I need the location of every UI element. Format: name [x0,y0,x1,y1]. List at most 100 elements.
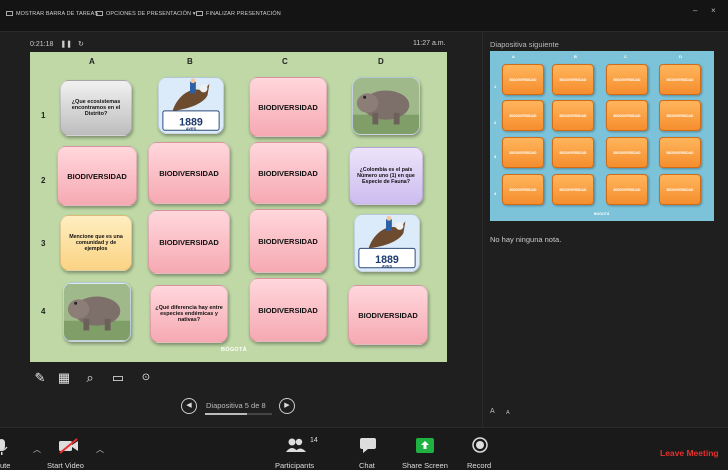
preview-card: BIODIVERSIDAD [606,137,648,168]
preview-card: BIODIVERSIDAD [606,174,648,205]
preview-card: BIODIVERSIDAD [502,64,544,95]
more-options-icon[interactable]: ⊙ [138,371,154,385]
column-header: C [282,57,288,66]
bird-1889-card[interactable]: 1889 AVES [158,77,224,134]
next-slide-preview[interactable]: A B C D 1 2 3 4 BOGOTÁ BIODIVERSIDAD BIOD… [490,51,714,221]
column-header: A [89,57,95,66]
svg-text:AVES: AVES [382,264,393,269]
preview-row-header: 2 [494,120,497,125]
bird-image-icon: 1889 AVES [159,78,223,133]
preview-card: BIODIVERSIDAD [552,64,594,95]
participants-icon[interactable] [286,438,306,457]
question-card[interactable]: Mencione que es una comunidad y de ejemp… [60,215,132,271]
row-header: 3 [41,239,46,248]
powerpoint-presenter-view: MOSTRAR BARRA DE TAREAS OPCIONES DE PRES… [0,0,728,470]
share-screen-label[interactable]: Share Screen [402,461,448,470]
taskbar-icon [6,11,13,16]
row-header: 2 [41,176,46,185]
preview-row-header: 3 [494,154,497,159]
preview-card: BIODIVERSIDAD [606,100,648,131]
decrease-font-button[interactable]: A [506,410,510,416]
preview-card: BIODIVERSIDAD [659,64,701,95]
column-header: D [378,57,384,66]
slide-progress-bar [205,413,272,415]
black-screen-icon[interactable]: ▭ [110,371,126,385]
preview-card: BIODIVERSIDAD [552,137,594,168]
reset-timer-icon[interactable]: ↻ [78,41,84,48]
current-slide[interactable]: A B C D 1 2 3 4 ¿Que ecosistemas encontr… [30,52,447,362]
video-off-icon[interactable] [58,438,80,459]
svg-text:AVES: AVES [186,126,197,131]
show-taskbar-button[interactable]: MOSTRAR BARRA DE TAREAS [6,11,98,17]
bird-1889-card[interactable]: 1889 AVES [354,214,420,272]
zoom-icon[interactable]: ⌕ [82,371,98,385]
audio-options-chevron-up-icon[interactable]: ︿ [33,444,41,455]
participants-label[interactable]: Participants [275,461,314,470]
hippo-image-icon [353,78,419,134]
chat-label[interactable]: Chat [359,461,375,470]
preview-card: BIODIVERSIDAD [659,137,701,168]
preview-card: BIODIVERSIDAD [552,100,594,131]
preview-column-header: D [679,54,682,59]
biodiversidad-card[interactable]: BIODIVERSIDAD [348,285,428,345]
preview-column-header: C [624,54,627,59]
record-icon[interactable] [472,437,488,458]
preview-card: BIODIVERSIDAD [502,100,544,131]
slide-sorter-icon[interactable]: ▦ [56,371,72,385]
question-card[interactable]: ¿Que ecosistemas encontramos en el Distr… [60,80,132,136]
pen-tool-icon[interactable]: ✎ [32,371,48,385]
close-button[interactable]: × [711,6,716,15]
biodiversidad-card[interactable]: BIODIVERSIDAD [57,146,137,206]
speaker-notes[interactable]: No hay ninguna nota. [490,235,561,244]
hippo-card[interactable] [63,282,131,342]
mute-label[interactable]: ute [0,461,10,470]
biodiversidad-card[interactable]: BIODIVERSIDAD [148,142,230,204]
video-options-chevron-up-icon[interactable]: ︿ [96,444,104,455]
previous-slide-button[interactable]: ◀ [181,398,197,414]
bogota-logo: BOGOTÁ [221,347,247,353]
biodiversidad-card[interactable]: BIODIVERSIDAD [249,77,327,137]
end-slideshow-icon [196,11,203,16]
preview-column-header: A [512,54,515,59]
preview-card: BIODIVERSIDAD [659,100,701,131]
question-card[interactable]: ¿Colombia es el país Número uno (1) en q… [349,147,423,205]
biodiversidad-card[interactable]: BIODIVERSIDAD [148,210,230,274]
bird-image-icon: 1889 AVES [355,215,419,271]
minimize-button[interactable]: – [693,6,697,15]
record-label[interactable]: Record [467,461,491,470]
preview-row-header: 4 [494,191,497,196]
biodiversidad-card[interactable]: BIODIVERSIDAD [249,209,327,273]
preview-column-header: B [574,54,577,59]
preview-row-header: 1 [494,84,497,89]
share-screen-icon[interactable] [416,438,434,458]
pause-icon[interactable]: ❚❚ [60,41,72,48]
slide-counter: Diapositiva 5 de 8 [206,401,266,410]
next-slide-button[interactable]: ▶ [279,398,295,414]
question-card[interactable]: ¿Qué diferencia hay entre especies endém… [150,285,228,343]
microphone-icon[interactable] [0,438,8,461]
chat-icon[interactable] [360,438,376,458]
start-video-label[interactable]: Start Video [47,461,84,470]
presentation-options-button[interactable]: OPCIONES DE PRESENTACIÓN ▾ [96,11,196,17]
hippo-card[interactable] [352,77,420,135]
preview-card: BIODIVERSIDAD [502,174,544,205]
participants-count: 14 [310,437,318,444]
leave-meeting-button[interactable]: Leave Meeting [660,448,719,458]
preview-bogota-logo: BOGOTÁ [594,212,610,216]
pane-divider[interactable] [482,32,483,427]
preview-card: BIODIVERSIDAD [552,174,594,205]
next-slide-label: Diapositiva siguiente [490,40,559,49]
preview-card: BIODIVERSIDAD [606,64,648,95]
row-header: 4 [41,307,46,316]
increase-font-button[interactable]: A [490,408,495,415]
biodiversidad-card[interactable]: BIODIVERSIDAD [249,142,327,204]
end-presentation-button[interactable]: FINALIZAR PRESENTACIÓN [196,11,281,17]
hippo-image-icon [64,283,130,341]
presenter-toolbar: MOSTRAR BARRA DE TAREAS OPCIONES DE PRES… [0,0,728,32]
slide-progress-fill [205,413,247,415]
column-header: B [187,57,193,66]
biodiversidad-card[interactable]: BIODIVERSIDAD [249,278,327,342]
meeting-controls-bar: ute ︿ Start Video ︿ 14 Participants Chat… [0,427,728,470]
preview-card: BIODIVERSIDAD [659,174,701,205]
current-time: 11:27 a.m. [413,40,446,47]
